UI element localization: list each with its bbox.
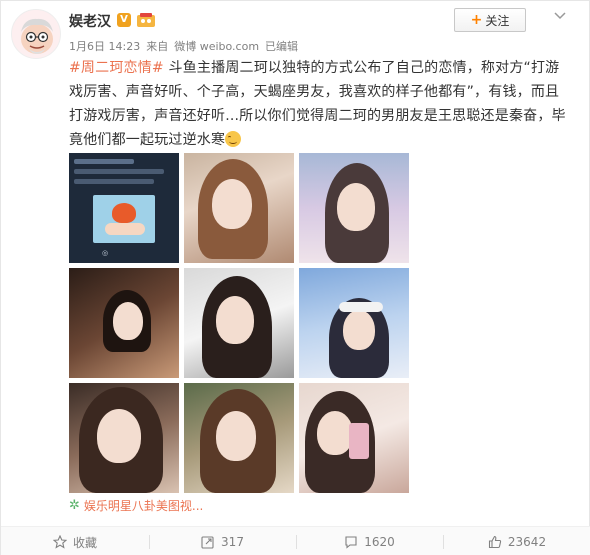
screenshot-line bbox=[74, 169, 164, 174]
post-meta: 1月6日 14:23 来自 微博 weibo.com 已编辑 bbox=[69, 38, 304, 54]
comment-button[interactable]: 1620 bbox=[296, 527, 443, 555]
favorite-icon bbox=[52, 535, 67, 549]
face-shape bbox=[343, 310, 375, 350]
screenshot-line bbox=[74, 159, 134, 164]
screenshot-line bbox=[74, 179, 154, 184]
author-name[interactable]: 娱老汉 bbox=[69, 11, 111, 31]
post-text: #周二珂恋情# 斗鱼主播周二珂以独特的方式公布了自己的恋情，称对方“打游戏厉害、… bbox=[69, 56, 569, 152]
like-button[interactable]: 23642 bbox=[443, 527, 590, 555]
face-shape bbox=[97, 409, 141, 463]
avatar-cartoon-icon bbox=[12, 10, 60, 58]
photo-6[interactable] bbox=[299, 268, 409, 378]
weibo-post-card: 娱老汉 V 1月6日 14:23 来自 微博 weibo.com 已编辑 + 关注 #… bbox=[0, 0, 590, 555]
fire-sprite-icon bbox=[112, 203, 136, 223]
album-link[interactable]: ✲ 娱乐明星八卦美图视... bbox=[69, 497, 203, 514]
level-badge-icon[interactable] bbox=[136, 12, 156, 28]
face-shape bbox=[113, 302, 143, 340]
phone-shape bbox=[349, 423, 369, 459]
edited-label: 已编辑 bbox=[265, 40, 299, 53]
headband-shape bbox=[339, 302, 383, 312]
photo-8[interactable] bbox=[184, 383, 294, 493]
face-shape bbox=[337, 183, 375, 231]
action-bar: 收藏 317 1620 23642 bbox=[1, 526, 590, 555]
photo-5[interactable] bbox=[184, 268, 294, 378]
photo-1[interactable]: ◎ bbox=[69, 153, 179, 263]
photo-3[interactable] bbox=[299, 153, 409, 263]
comment-icon bbox=[345, 536, 357, 549]
photo-4[interactable] bbox=[69, 268, 179, 378]
face-shape bbox=[216, 411, 256, 461]
face-shape bbox=[317, 411, 353, 455]
post-time[interactable]: 1月6日 14:23 bbox=[69, 40, 140, 53]
face-shape bbox=[216, 296, 254, 344]
repost-button[interactable]: 317 bbox=[149, 527, 296, 555]
follow-button[interactable]: + 关注 bbox=[454, 8, 526, 32]
photo-9[interactable] bbox=[299, 383, 409, 493]
photo-2[interactable] bbox=[184, 153, 294, 263]
photo-grid: ◎ bbox=[69, 153, 409, 493]
watermark-mark: ◎ bbox=[102, 249, 109, 257]
post-source[interactable]: 微博 weibo.com bbox=[174, 40, 259, 53]
repost-count: 317 bbox=[221, 535, 244, 549]
smile-emoji-icon bbox=[225, 131, 242, 147]
source-prefix: 来自 bbox=[146, 40, 169, 53]
photo-7[interactable] bbox=[69, 383, 179, 493]
topic-link[interactable]: #周二珂恋情# bbox=[69, 60, 164, 76]
album-icon: ✲ bbox=[69, 498, 80, 513]
verified-icon: V bbox=[117, 13, 131, 27]
album-link-label: 娱乐明星八卦美图视... bbox=[83, 499, 204, 513]
like-icon bbox=[488, 535, 502, 549]
avatar[interactable] bbox=[11, 9, 61, 59]
like-count: 23642 bbox=[507, 535, 547, 549]
comment-count: 1620 bbox=[364, 535, 395, 549]
face-shape bbox=[212, 179, 252, 229]
follow-label: 关注 bbox=[485, 13, 510, 28]
favorite-label: 收藏 bbox=[72, 535, 97, 550]
hand-shape bbox=[105, 223, 145, 235]
favorite-button[interactable]: 收藏 bbox=[1, 527, 149, 555]
more-chevron-icon[interactable] bbox=[549, 7, 571, 25]
repost-icon bbox=[201, 536, 214, 549]
plus-icon: + bbox=[470, 12, 483, 28]
